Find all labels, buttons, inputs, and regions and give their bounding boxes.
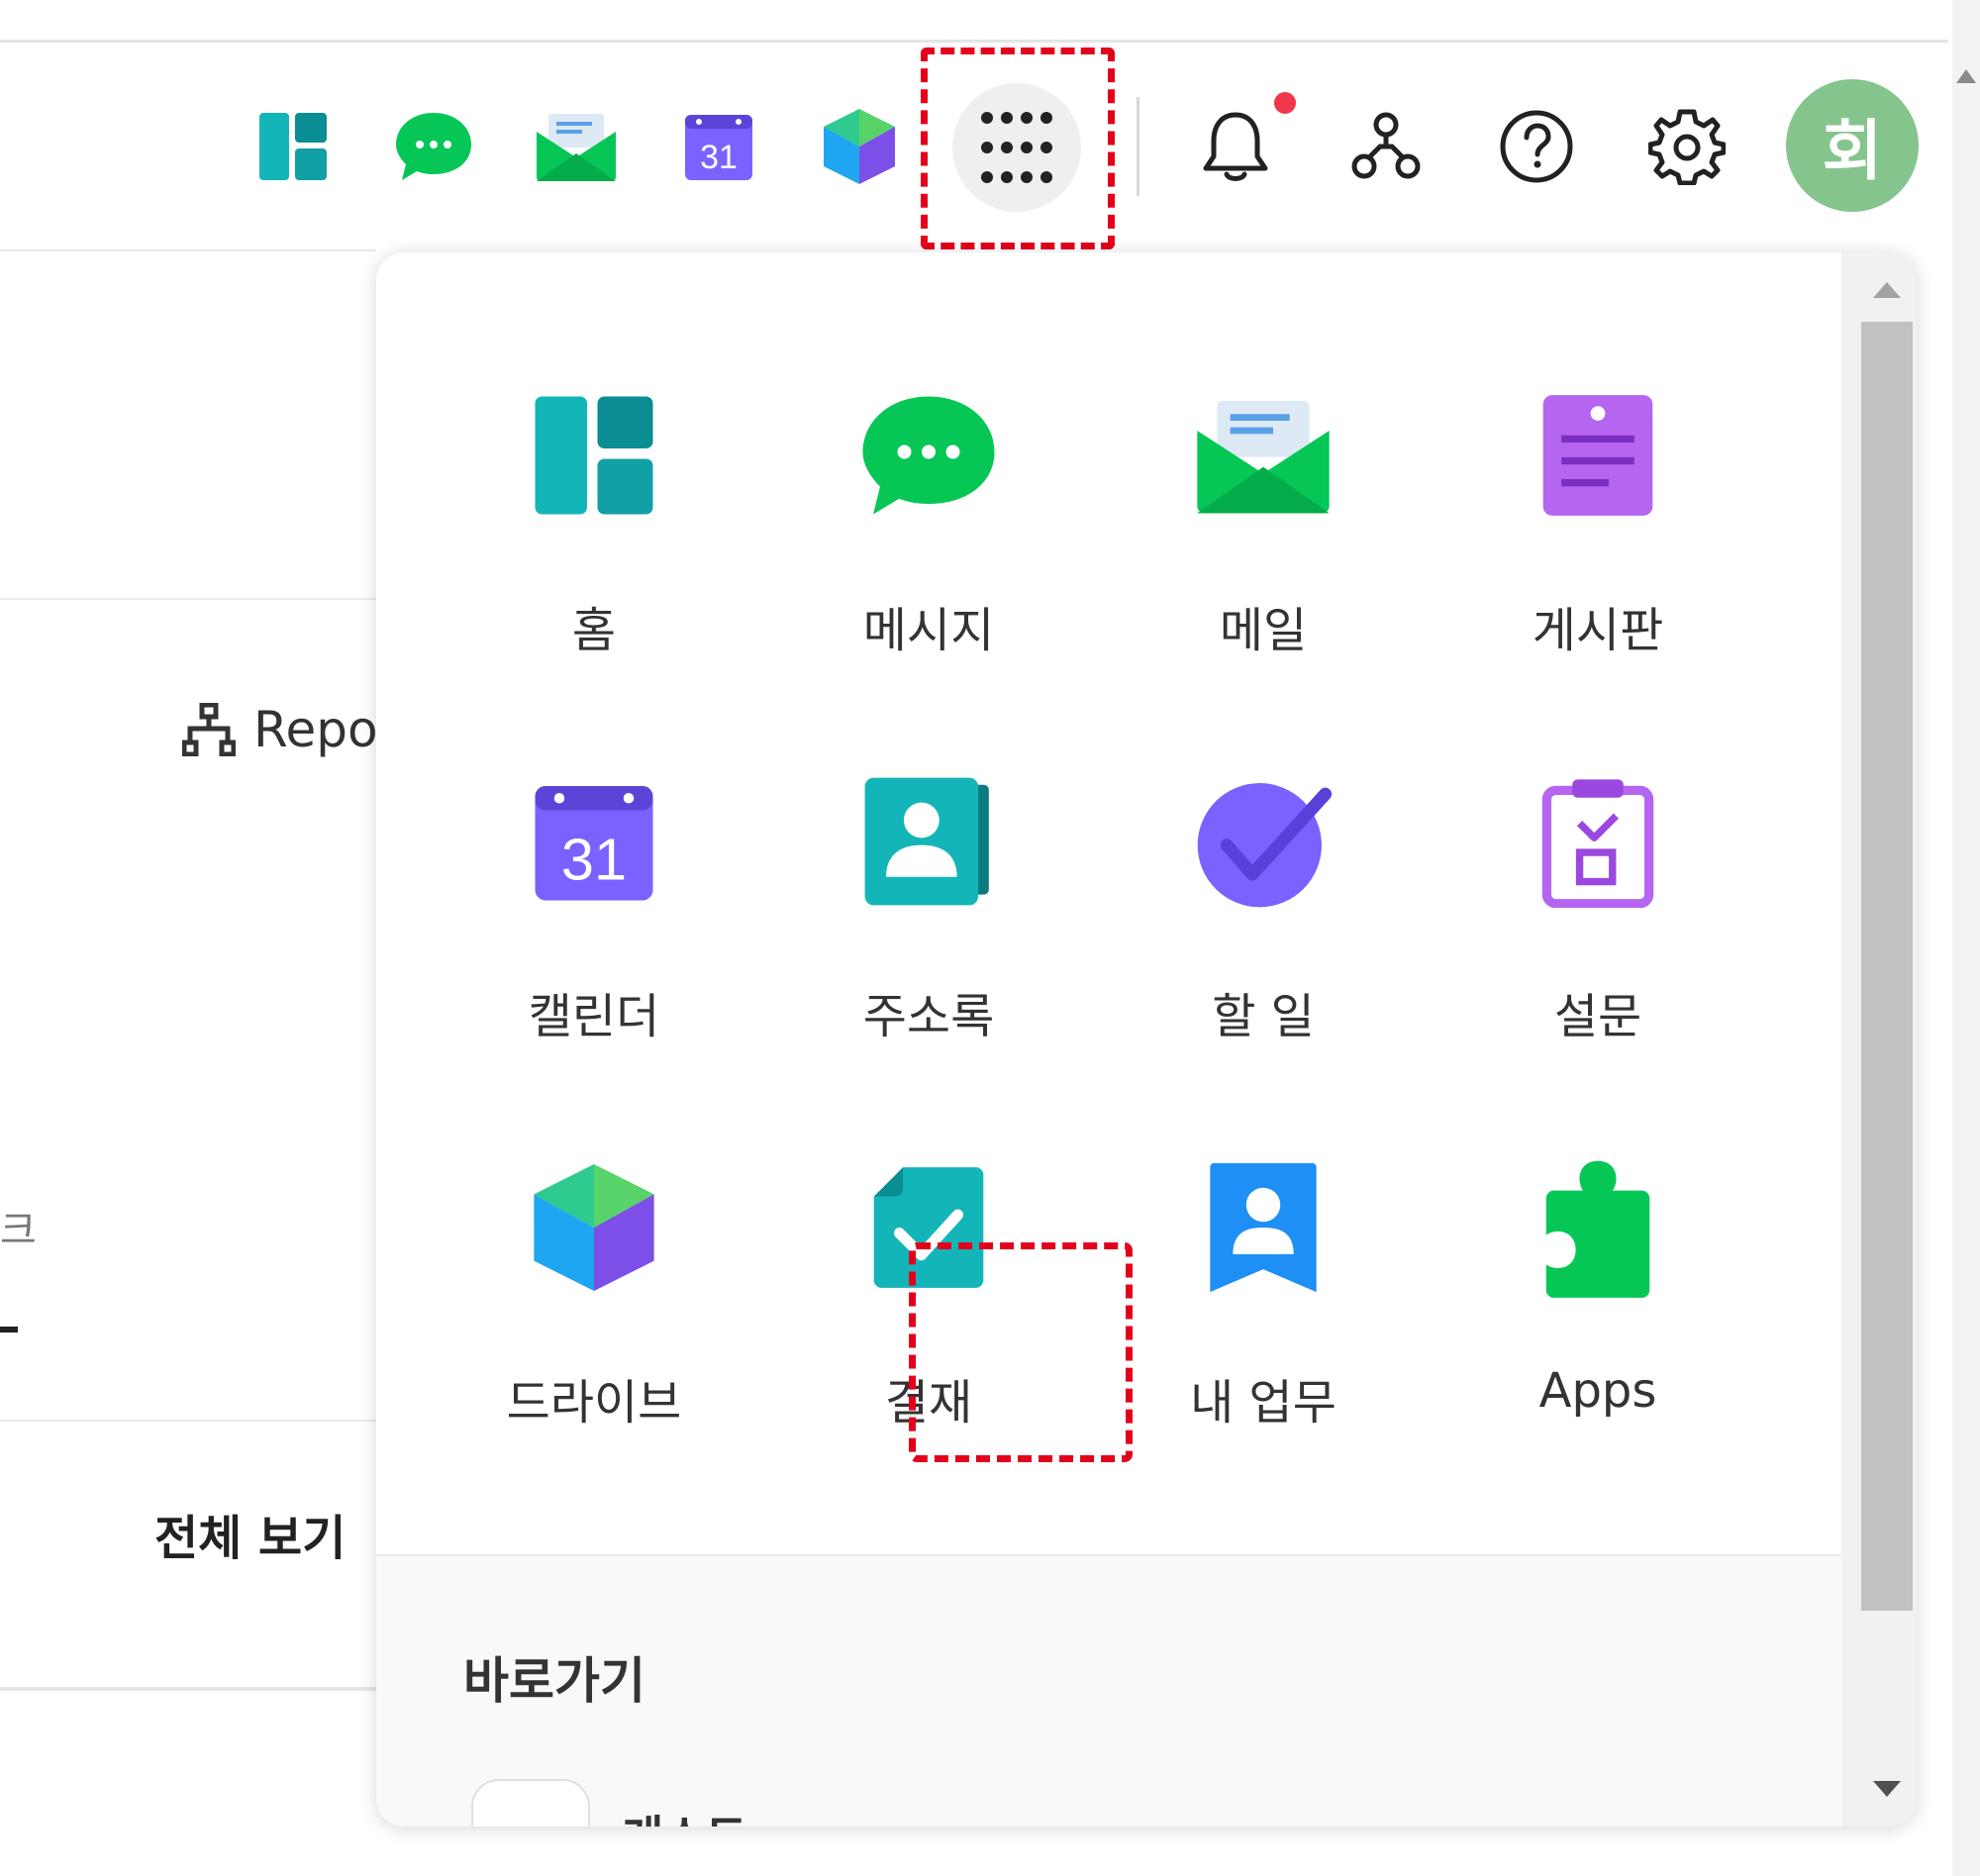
report-link-label: Repo — [253, 701, 378, 758]
home-icon — [259, 113, 327, 180]
notification-dot — [1271, 89, 1299, 117]
app-label: 설문 — [1553, 989, 1642, 1044]
header-messages-button[interactable] — [386, 99, 481, 194]
home-icon — [535, 396, 653, 515]
todo-icon — [1197, 783, 1333, 908]
hierarchy-icon — [182, 703, 236, 756]
app-label: 홈 — [571, 603, 617, 658]
app-label: 할 일 — [1212, 989, 1315, 1044]
puzzle-icon — [1545, 1160, 1650, 1298]
app-my-work[interactable]: 내 업무 — [1115, 1153, 1412, 1490]
bg-divider — [0, 598, 376, 600]
shortcut-title: 바로가기 — [463, 1652, 645, 1710]
org-chart-icon — [1351, 112, 1421, 179]
apps-panel: 홈 메시지 메일 게시판 31 캘린더 주소록 할 일 설문 드라이브 결재 내… — [376, 252, 1917, 1827]
help-icon — [1500, 110, 1573, 183]
scrollbar-thumb[interactable] — [1861, 322, 1913, 1611]
drive-icon — [824, 109, 895, 184]
app-home[interactable]: 홈 — [446, 381, 742, 718]
approval-highlight — [909, 1242, 1133, 1462]
app-label: 메시지 — [862, 603, 995, 658]
help-button[interactable] — [1489, 99, 1584, 194]
app-label: 메일 — [1219, 603, 1308, 658]
view-all-link[interactable]: 전체 보기 — [154, 1499, 346, 1568]
app-todo[interactable]: 할 일 — [1115, 767, 1412, 1104]
bg-arrow-fragment — [0, 1327, 18, 1333]
app-apps[interactable]: Apps — [1449, 1153, 1746, 1490]
header-drive-button[interactable] — [812, 99, 907, 194]
app-mail[interactable]: 메일 — [1115, 381, 1412, 718]
bg-divider — [0, 1420, 376, 1422]
header-bottom-border — [0, 249, 376, 251]
scroll-down-arrow-icon[interactable] — [1873, 1781, 1901, 1797]
scroll-up-arrow-icon[interactable] — [1873, 282, 1901, 298]
page-scrollbar[interactable] — [1952, 0, 1980, 1876]
org-chart-button[interactable] — [1338, 99, 1434, 194]
drive-icon — [534, 1164, 654, 1291]
app-label: 내 업무 — [1190, 1375, 1336, 1431]
gear-icon — [1648, 109, 1726, 185]
svg-text:31: 31 — [561, 827, 627, 893]
header-mail-button[interactable] — [529, 99, 624, 194]
app-label: 드라이브 — [506, 1375, 682, 1431]
settings-button[interactable] — [1639, 99, 1734, 194]
shortcut-section: 바로가기 게스트 — [376, 1554, 1841, 1827]
app-messages[interactable]: 메시지 — [780, 381, 1077, 718]
notifications-button[interactable] — [1188, 99, 1283, 194]
svg-text:31: 31 — [700, 139, 738, 176]
header-home-button[interactable] — [246, 99, 341, 194]
mail-icon — [1197, 401, 1330, 514]
avatar-initial: 회 — [1822, 113, 1883, 189]
contacts-icon — [864, 777, 989, 906]
top-border — [0, 40, 1948, 43]
bell-icon — [1203, 112, 1268, 181]
app-contacts[interactable]: 주소록 — [780, 767, 1077, 1104]
header-divider — [1137, 97, 1139, 196]
messages-icon — [862, 396, 995, 515]
messages-icon — [396, 113, 471, 180]
app-label: 주소록 — [862, 989, 995, 1044]
app-calendar[interactable]: 31 캘린더 — [446, 767, 742, 1104]
mail-icon — [537, 114, 616, 181]
app-drive[interactable]: 드라이브 — [446, 1153, 742, 1490]
panel-scrollbar[interactable] — [1841, 252, 1917, 1827]
app-board[interactable]: 게시판 — [1449, 381, 1746, 718]
scroll-up-arrow-icon[interactable] — [1956, 69, 1976, 83]
user-avatar[interactable]: 회 — [1786, 79, 1919, 212]
app-survey[interactable]: 설문 — [1449, 767, 1746, 1104]
report-link[interactable]: Repo — [182, 701, 378, 758]
app-label: Apps — [1538, 1363, 1657, 1419]
header-calendar-button[interactable]: 31 — [671, 99, 766, 194]
calendar-icon: 31 — [535, 786, 653, 901]
app-label: 게시판 — [1532, 603, 1664, 658]
app-label: 캘린더 — [528, 989, 660, 1044]
bg-text-fragment: 크 — [0, 1208, 37, 1253]
bg-divider — [0, 1687, 376, 1691]
board-icon — [1542, 395, 1653, 516]
shortcut-item-label[interactable]: 게스트 — [622, 1802, 747, 1827]
my-work-icon — [1210, 1162, 1317, 1293]
survey-icon — [1541, 779, 1654, 908]
apps-button-highlight — [921, 48, 1115, 249]
shortcut-item-icon[interactable] — [471, 1779, 590, 1827]
calendar-icon: 31 — [685, 115, 752, 180]
